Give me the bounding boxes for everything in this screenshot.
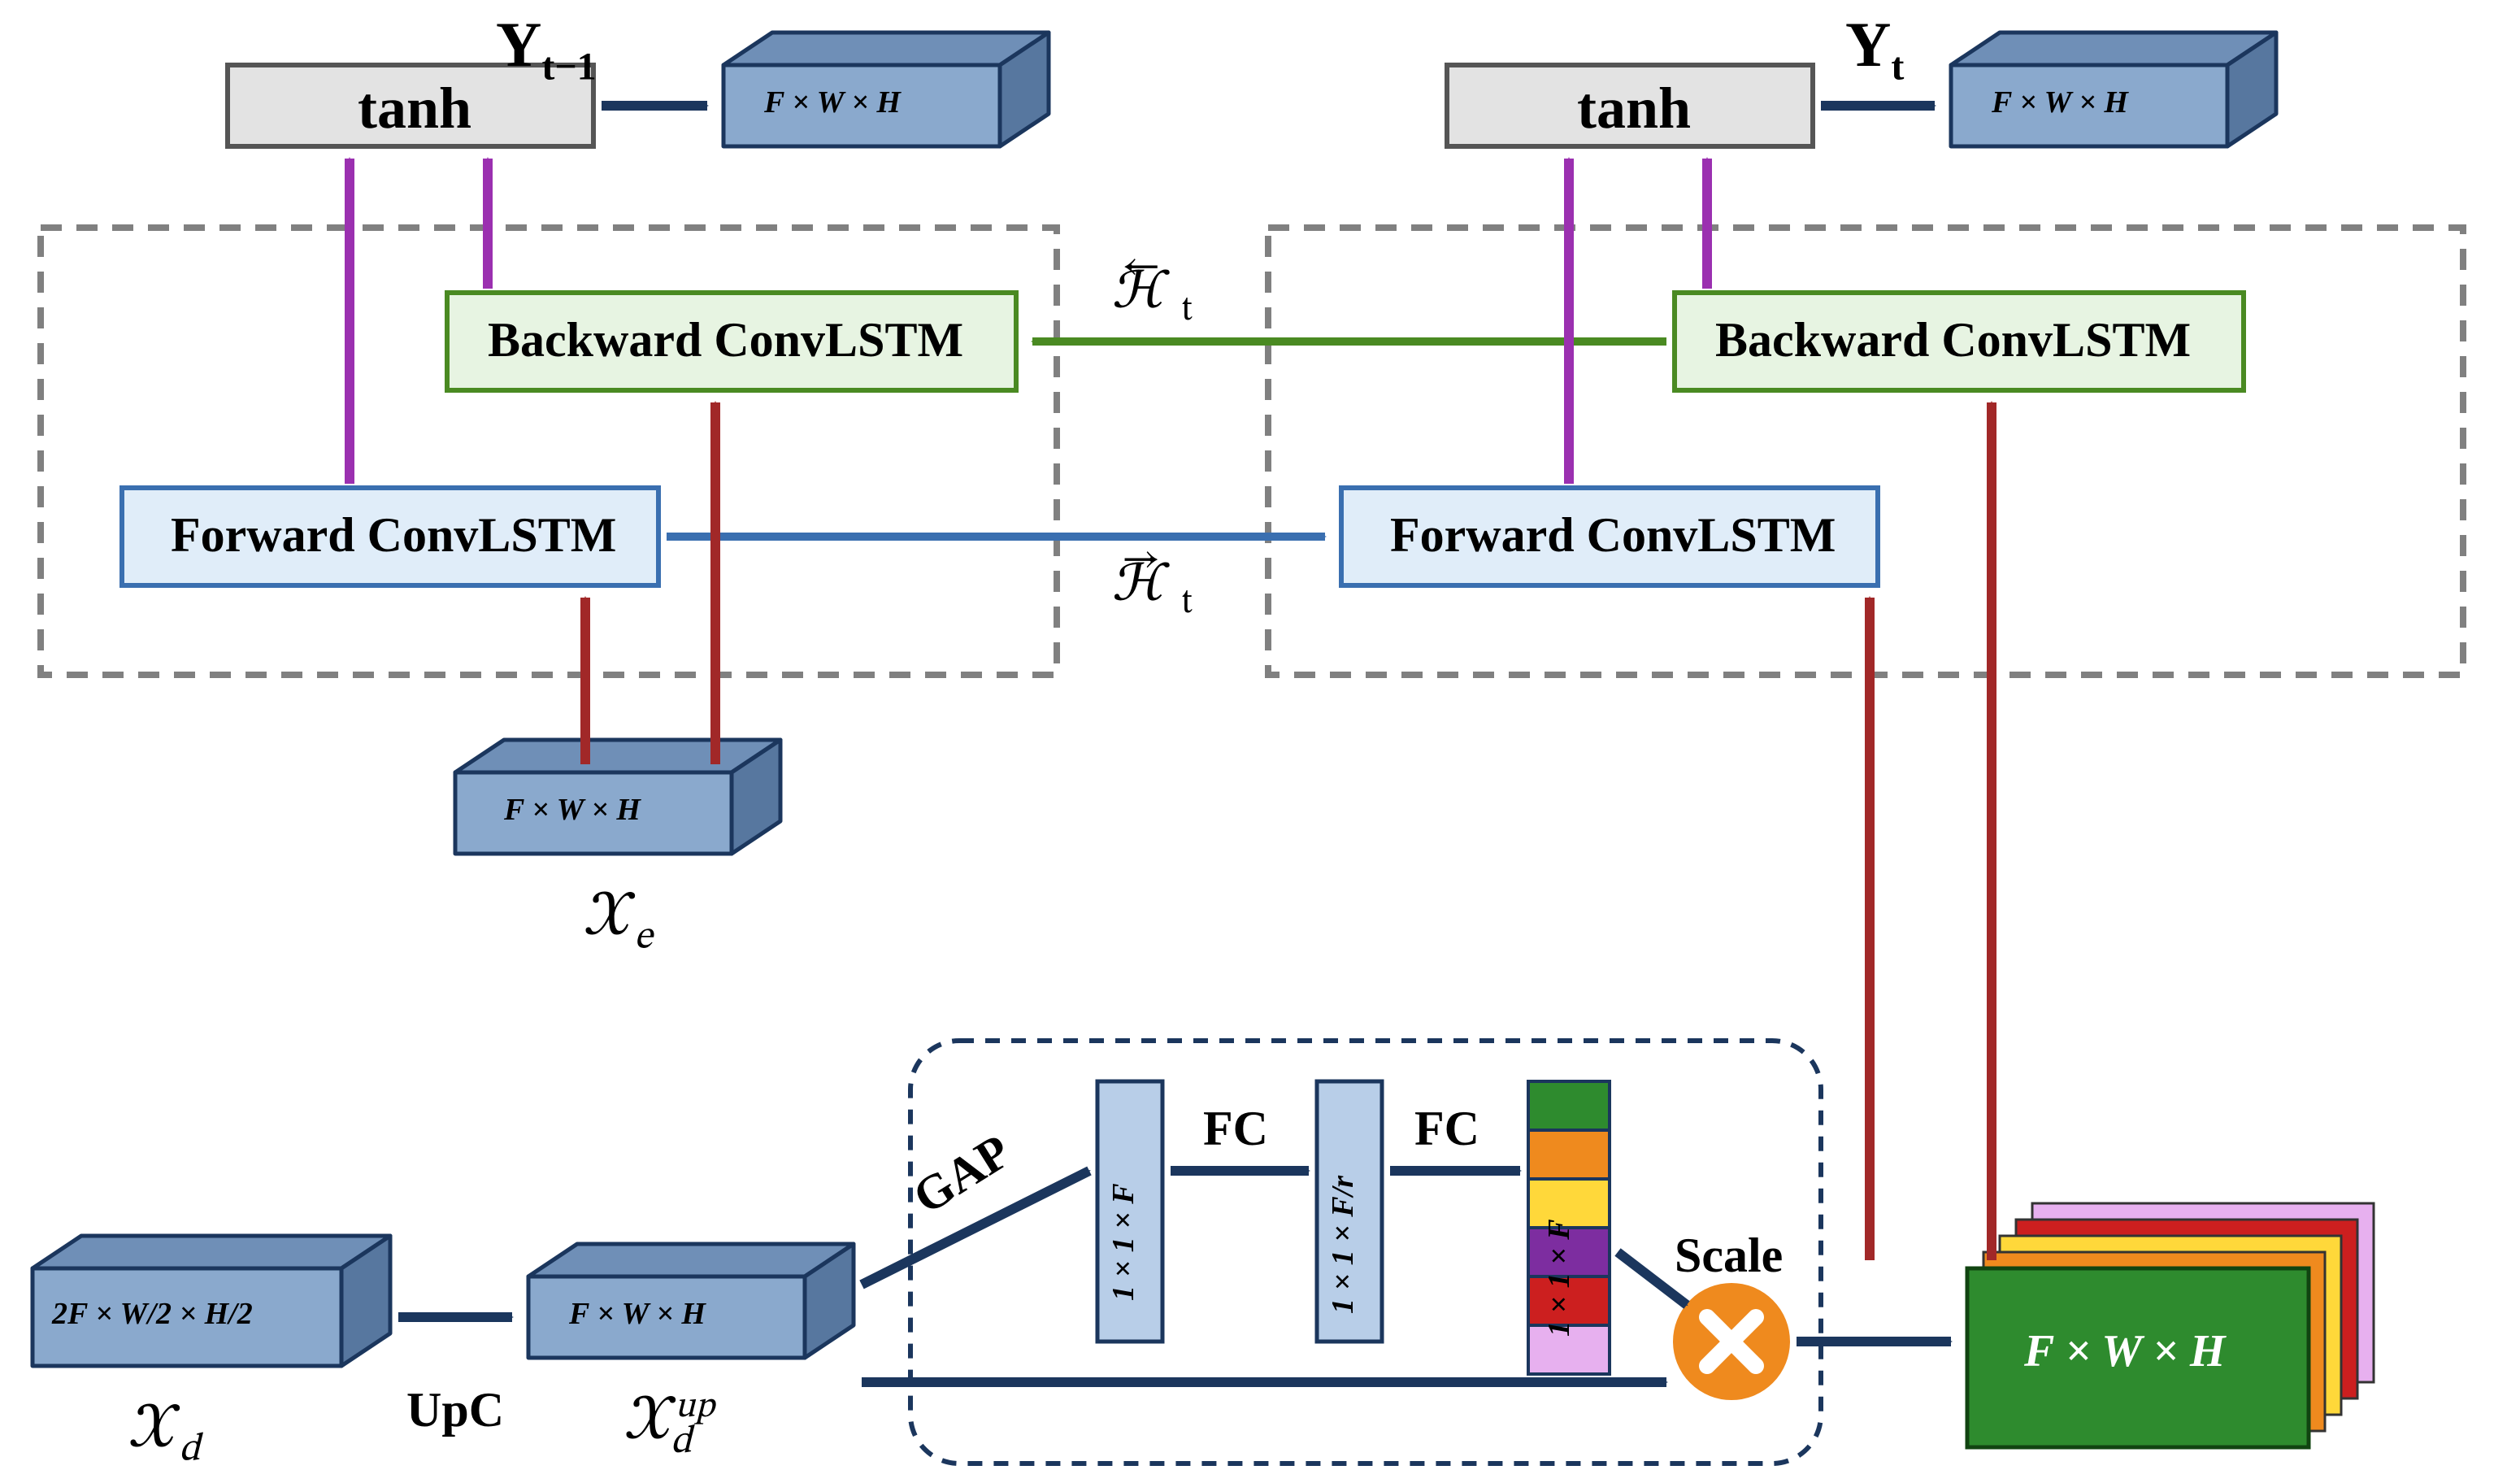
tanh-text-right: tanh [1577, 75, 1691, 142]
se-dim-1x1xF: 1 × 1 × F [1106, 1183, 1141, 1301]
cuboid-dim-xd-up: F × W × H [569, 1296, 706, 1332]
backward-text-left: Backward ConvLSTM [488, 312, 963, 368]
xd-up-label: 𝒳upd [626, 1382, 692, 1467]
tanh-text-left: tanh [358, 75, 471, 142]
cuboid-dim-xd: 2F × W/2 × H/2 [52, 1296, 253, 1332]
upc-label: UpC [406, 1382, 504, 1438]
cuboid-dim-xe: F × W × H [504, 792, 641, 828]
fc1-label: FC [1203, 1101, 1268, 1157]
xd-label: 𝒳d [130, 1390, 200, 1475]
forward-text-left: Forward ConvLSTM [171, 507, 616, 563]
y-curr-label: Yt [1845, 8, 1904, 89]
hidden-fwd-label: → ℋ t [1114, 550, 1193, 626]
hidden-back-label: ← ℋ t [1114, 257, 1193, 333]
cuboid-dim-y-curr: F × W × H [1992, 85, 2128, 120]
backward-text-right: Backward ConvLSTM [1715, 312, 2191, 368]
se-dim-1x1xFr: 1 × 1 × F/r [1325, 1176, 1361, 1314]
se-dim-1x1xF-colored: 1 × 1 × F [1541, 1219, 1577, 1337]
forward-text-right: Forward ConvLSTM [1390, 507, 1836, 563]
cuboid-dim-y-prev: F × W × H [764, 85, 901, 120]
y-prev-label: Yt−1 [496, 8, 597, 89]
scale-label: Scale [1675, 1228, 1783, 1284]
xe-label: 𝒳e [585, 878, 653, 963]
fc2-label: FC [1414, 1101, 1479, 1157]
output-stack-dim: F × W × H [2024, 1325, 2226, 1377]
